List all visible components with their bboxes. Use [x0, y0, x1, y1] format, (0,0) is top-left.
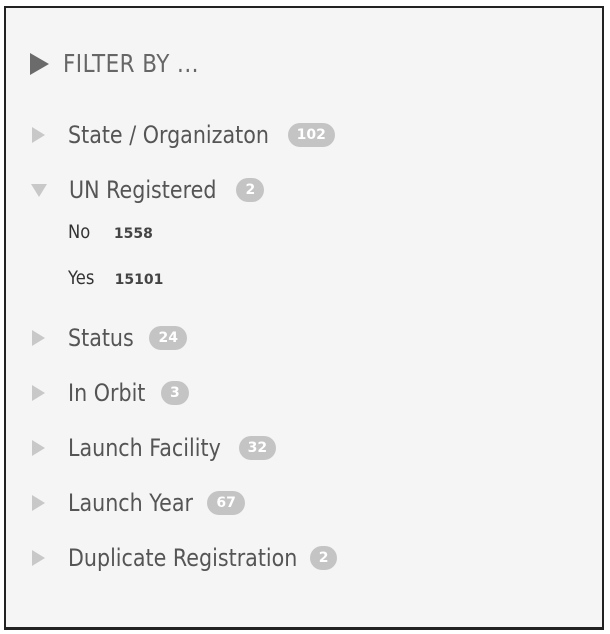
count-badge: 24 [149, 326, 187, 350]
filter-item-duplicate-registration[interactable]: Duplicate Registration 2 [30, 541, 338, 575]
filter-item-label: Launch Year [68, 489, 194, 517]
caret-right-icon [32, 440, 45, 456]
filter-panel: FILTER BY ... State / Organizaton 102 UN… [4, 6, 604, 630]
filter-item-state-organization[interactable]: State / Organizaton 102 [30, 118, 335, 152]
filter-item-label: Duplicate Registration [68, 544, 298, 572]
filter-item-label: Status [68, 324, 134, 352]
option-count: 1558 [113, 226, 153, 242]
option-count: 15101 [114, 272, 164, 288]
filter-item-label: State / Organizaton [68, 121, 269, 149]
caret-right-icon [32, 330, 45, 346]
filter-item-status[interactable]: Status 24 [30, 321, 187, 355]
option-label: No [68, 221, 91, 243]
count-badge: 2 [236, 178, 265, 202]
count-badge: 3 [161, 381, 189, 405]
filter-header[interactable]: FILTER BY ... [30, 49, 221, 78]
filter-item-label: UN Registered [69, 176, 217, 204]
caret-down-icon [31, 183, 47, 197]
filter-option-yes[interactable]: Yes 15101 [68, 267, 163, 289]
caret-right-icon [32, 495, 45, 511]
caret-right-icon [32, 550, 45, 566]
caret-right-icon [32, 127, 45, 143]
filter-item-label: Launch Facility [68, 434, 221, 462]
play-arrow-icon [30, 52, 49, 75]
filter-item-un-registered[interactable]: UN Registered 2 [30, 173, 265, 207]
filter-title: FILTER BY ... [63, 49, 199, 78]
count-badge: 2 [309, 546, 338, 570]
option-label: Yes [68, 267, 95, 289]
filter-option-no[interactable]: No 1558 [68, 221, 153, 243]
count-badge: 67 [207, 491, 245, 515]
filter-item-launch-year[interactable]: Launch Year 67 [30, 486, 245, 520]
filter-item-in-orbit[interactable]: In Orbit 3 [30, 376, 189, 410]
filter-item-launch-facility[interactable]: Launch Facility 32 [30, 431, 277, 465]
count-badge: 32 [238, 436, 277, 460]
caret-right-icon [32, 385, 45, 401]
filter-item-label: In Orbit [68, 379, 146, 407]
count-badge: 102 [287, 123, 335, 147]
